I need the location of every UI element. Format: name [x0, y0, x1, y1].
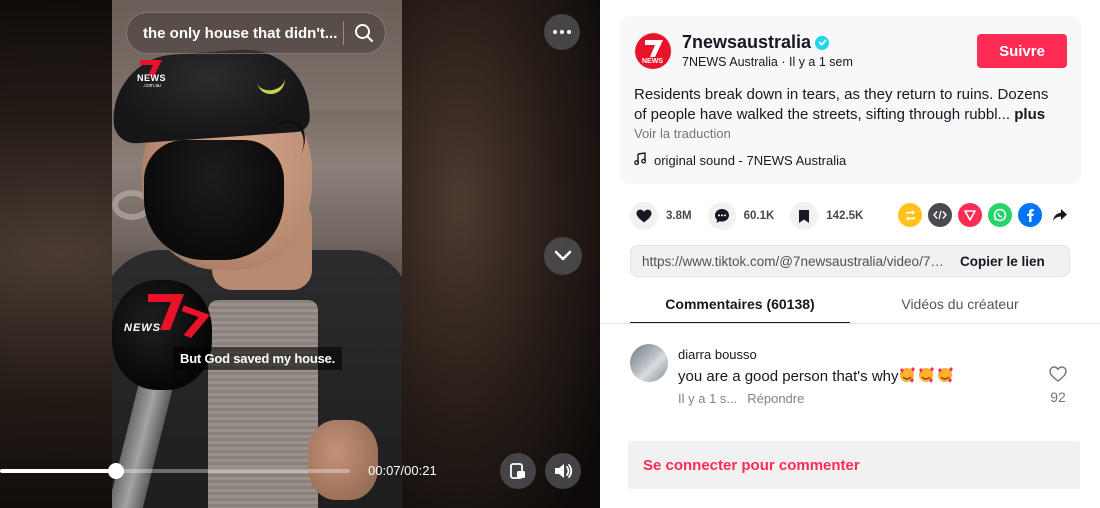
video-link-text[interactable]: https://www.tiktok.com/@7newsaustralia/v…	[642, 254, 948, 269]
embed-icon[interactable]	[928, 203, 952, 227]
volume-icon[interactable]	[545, 453, 581, 489]
details-panel: NEWS 7newsaustralia 7NEWS Australia · Il…	[600, 0, 1100, 508]
comment-like-count: 92	[1050, 389, 1066, 405]
comment-button[interactable]: 60.1K	[707, 202, 775, 230]
like-count: 3.8M	[666, 210, 692, 222]
creator-avatar[interactable]: NEWS	[634, 32, 672, 70]
tabs-divider	[600, 323, 1100, 324]
see-translation-link[interactable]: Voir la traduction	[634, 126, 731, 141]
facebook-icon[interactable]	[1018, 203, 1042, 227]
post-info-card: NEWS 7newsaustralia 7NEWS Australia · Il…	[620, 16, 1082, 184]
comment-text: you are a good person that's why	[678, 366, 953, 385]
sound-name[interactable]: original sound - 7NEWS Australia	[654, 153, 846, 168]
comment-like-icon[interactable]	[1046, 366, 1070, 387]
follow-button[interactable]: Suivre	[977, 34, 1067, 68]
save-button[interactable]: 142.5K	[790, 202, 863, 230]
send-icon[interactable]	[958, 203, 982, 227]
username-text[interactable]: 7newsaustralia	[682, 32, 811, 53]
video-player[interactable]: NEWS NEWS .com.au But God saved my house…	[0, 0, 600, 508]
description-line-1: Residents break down in tears, as they r…	[634, 86, 1049, 103]
station-logo-subtext: .com.au	[143, 83, 161, 89]
display-name: 7NEWS Australia	[682, 55, 778, 69]
whatsapp-icon[interactable]	[988, 203, 1012, 227]
smiling-face-with-hearts-icon	[899, 367, 953, 385]
video-search-bar[interactable]: the only house that didn't...	[126, 12, 386, 54]
video-scene-hand	[308, 420, 378, 500]
music-note-icon	[634, 152, 647, 168]
login-to-comment-bar[interactable]: Se connecter pour commenter	[628, 441, 1080, 489]
comment-item: diarra bousso you are a good person that…	[630, 344, 1070, 422]
commenter-avatar[interactable]	[630, 344, 668, 382]
comment-text-body: you are a good person that's why	[678, 368, 899, 385]
comment-icon[interactable]	[707, 202, 736, 230]
video-time: 00:07/00:21	[368, 463, 437, 478]
mic-seven-logo-side	[181, 305, 211, 338]
video-scene-shirt	[208, 300, 318, 508]
creator-username[interactable]: 7newsaustralia	[682, 32, 830, 53]
share-arrow-icon[interactable]	[1048, 203, 1072, 227]
sound-link[interactable]: original sound - 7NEWS Australia	[634, 152, 846, 168]
heart-icon[interactable]	[630, 202, 658, 230]
comment-count: 60.1K	[743, 210, 775, 222]
more-options-icon[interactable]	[544, 14, 580, 50]
tab-creator-videos[interactable]: Vidéos du créateur	[850, 288, 1070, 324]
search-query-text[interactable]: the only house that didn't...	[143, 25, 339, 42]
like-button[interactable]: 3.8M	[630, 202, 692, 230]
avatar-text: NEWS	[642, 58, 663, 65]
description-line-2-wrap: of people have walked the streets, sifti…	[634, 105, 1070, 125]
comment-tabs: Commentaires (60138) Vidéos du créateur	[630, 288, 1100, 324]
post-time: Il y a 1 sem	[788, 55, 853, 69]
repost-icon[interactable]	[898, 203, 922, 227]
mini-player-icon[interactable]	[500, 453, 536, 489]
post-description: Residents break down in tears, as they r…	[634, 85, 1070, 125]
video-progress-handle[interactable]	[107, 463, 124, 479]
bookmark-icon[interactable]	[790, 202, 819, 230]
save-count: 142.5K	[826, 210, 864, 222]
verified-badge-icon	[815, 35, 830, 50]
video-progress-fill	[0, 469, 116, 473]
tab-comments[interactable]: Commentaires (60138)	[630, 288, 850, 324]
creator-subline: 7NEWS Australia · Il y a 1 sem	[682, 55, 853, 69]
copy-link-button[interactable]: Copier le lien	[960, 254, 1045, 269]
station-logo-text: NEWS	[137, 73, 166, 83]
engagement-bar: 3.8M 60.1K 142.5K	[630, 202, 879, 230]
see-more-link[interactable]: plus	[1014, 106, 1045, 123]
video-subtitle: But God saved my house.	[173, 347, 343, 370]
login-to-comment-link[interactable]: Se connecter pour commenter	[643, 457, 860, 474]
share-icons	[898, 203, 1072, 227]
copy-link-box: https://www.tiktok.com/@7newsaustralia/v…	[630, 245, 1070, 277]
chevron-down-icon[interactable]	[544, 237, 582, 275]
search-icon[interactable]	[344, 12, 384, 54]
comment-meta: Il y a 1 s... Répondre	[678, 391, 804, 406]
commenter-username[interactable]: diarra bousso	[678, 347, 757, 362]
mic-news-label: NEWS	[124, 322, 161, 334]
description-line-2: of people have walked the streets, sifti…	[634, 106, 1011, 123]
reply-button[interactable]: Répondre	[747, 391, 804, 406]
comment-time: Il y a 1 s...	[678, 391, 738, 406]
